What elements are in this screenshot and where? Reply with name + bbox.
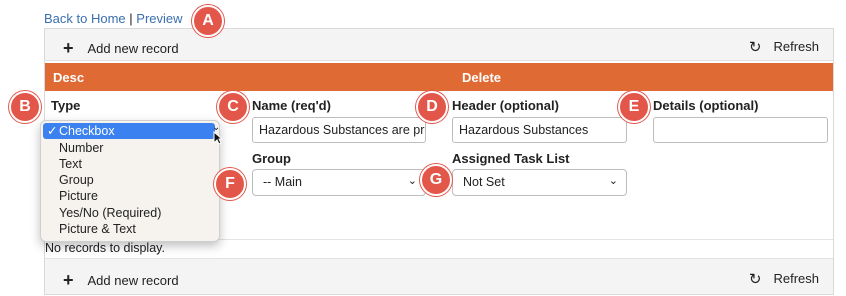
header-field[interactable]: Hazardous Substances bbox=[452, 117, 627, 143]
type-option[interactable]: Number bbox=[41, 140, 217, 156]
column-header-desc[interactable]: Desc bbox=[53, 70, 84, 85]
bottom-toolbar: + Add new record ↻ Refresh bbox=[45, 258, 833, 294]
annotation-badge-d: D bbox=[416, 91, 448, 123]
name-label: Name (req'd) bbox=[252, 98, 331, 113]
details-label: Details (optional) bbox=[653, 98, 759, 113]
refresh-icon: ↻ bbox=[748, 39, 762, 56]
task-list-label: Assigned Task List bbox=[452, 151, 570, 166]
add-new-record-label: Add new record bbox=[87, 273, 179, 288]
back-to-home-link[interactable]: Back to Home bbox=[44, 11, 126, 26]
plus-icon: + bbox=[63, 270, 74, 290]
annotation-badge-a: A bbox=[192, 5, 224, 37]
column-header-bar: Desc Delete bbox=[45, 63, 833, 91]
add-new-record-label: Add new record bbox=[87, 41, 179, 56]
plus-icon: + bbox=[63, 38, 74, 58]
chevron-down-icon: ⌄ bbox=[608, 175, 618, 187]
add-new-record-button[interactable]: + Add new record bbox=[63, 269, 179, 290]
group-select-value: -- Main bbox=[263, 175, 302, 189]
empty-message: No records to display. bbox=[45, 241, 165, 255]
type-option[interactable]: Picture bbox=[41, 188, 217, 204]
annotation-badge-f: F bbox=[214, 168, 246, 200]
group-label: Group bbox=[252, 151, 291, 166]
type-dropdown-menu: ✓ Checkbox Number Text Group Picture Yes/… bbox=[40, 120, 220, 242]
link-separator: | bbox=[129, 11, 133, 26]
type-option[interactable]: ✓ Checkbox bbox=[43, 123, 215, 139]
annotation-badge-c: C bbox=[217, 91, 249, 123]
type-option[interactable]: Text bbox=[41, 156, 217, 172]
chevron-down-icon: ⌄ bbox=[407, 175, 417, 187]
type-option[interactable]: Picture & Text bbox=[41, 221, 217, 237]
refresh-label: Refresh bbox=[773, 39, 819, 54]
refresh-icon: ↻ bbox=[748, 271, 762, 288]
annotation-badge-b: B bbox=[9, 91, 41, 123]
refresh-button[interactable]: ↻ Refresh bbox=[748, 269, 819, 288]
top-toolbar: + Add new record ↻ Refresh bbox=[45, 29, 833, 61]
add-new-record-button[interactable]: + Add new record bbox=[63, 37, 179, 58]
task-list-select-value: Not Set bbox=[463, 175, 505, 189]
header-label: Header (optional) bbox=[452, 98, 559, 113]
annotation-badge-g: G bbox=[420, 164, 452, 196]
preview-link[interactable]: Preview bbox=[136, 11, 182, 26]
top-links: Back to Home | Preview bbox=[44, 11, 183, 26]
type-label: Type bbox=[51, 98, 81, 113]
group-select[interactable]: -- Main ⌄ bbox=[252, 169, 426, 196]
mouse-cursor-icon bbox=[213, 131, 223, 145]
name-field[interactable]: Hazardous Substances are pre bbox=[252, 117, 426, 143]
refresh-button[interactable]: ↻ Refresh bbox=[748, 37, 819, 56]
column-header-delete[interactable]: Delete bbox=[462, 70, 501, 85]
annotation-badge-e: E bbox=[618, 91, 650, 123]
type-option[interactable]: Group bbox=[41, 172, 217, 188]
refresh-label: Refresh bbox=[773, 271, 819, 286]
checkmark-icon: ✓ bbox=[47, 124, 58, 138]
type-option[interactable]: Yes/No (Required) bbox=[41, 205, 217, 221]
task-list-select[interactable]: Not Set ⌄ bbox=[452, 169, 627, 196]
details-field[interactable] bbox=[653, 117, 828, 143]
